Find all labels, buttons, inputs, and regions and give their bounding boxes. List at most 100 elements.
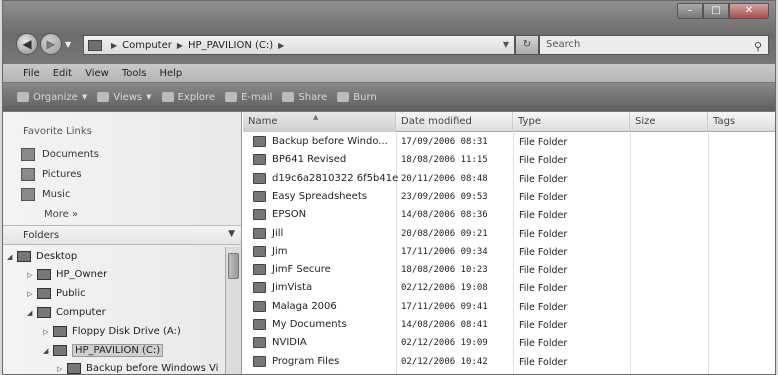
file-name-cell[interactable]: Jim (253, 245, 398, 257)
tree-node-floppy[interactable]: ▷ Floppy Disk Drive (A:) (43, 326, 181, 337)
chevron-down-icon[interactable]: ▼ (228, 229, 235, 239)
breadcrumb-chevron-icon[interactable]: ▶ (177, 41, 183, 50)
file-name-cell[interactable]: NVIDIA (253, 337, 398, 349)
expanded-arrow-icon[interactable]: ◢ (27, 309, 37, 317)
column-date-modified[interactable]: Date modified (396, 112, 513, 132)
file-name-cell[interactable]: Jill (253, 227, 398, 239)
file-date: 18/08/2006 11:15 (401, 155, 488, 166)
refresh-button[interactable]: ↻ (515, 35, 539, 55)
table-row[interactable]: d19c6a2810322 6f5b41e 20/11/2006 08:48 Fil… (243, 171, 775, 189)
menu-tools[interactable]: Tools (122, 68, 147, 79)
burn-icon (337, 92, 350, 102)
back-button[interactable]: ◀ (16, 33, 38, 55)
file-name: Program Files (272, 355, 340, 367)
folder-icon (253, 319, 266, 330)
file-name-cell[interactable]: Malaga 2006 (253, 300, 398, 312)
menu-edit[interactable]: Edit (53, 68, 72, 79)
tree-node-hp-owner[interactable]: ▷ HP_Owner (27, 269, 107, 280)
more-link[interactable]: More » (44, 209, 78, 220)
table-row[interactable]: JimF Secure 18/08/2006 10:23 File Folder (243, 262, 775, 280)
breadcrumb-chevron-icon[interactable]: ▶ (278, 41, 284, 50)
pictures-icon (21, 168, 35, 181)
collapsed-arrow-icon[interactable]: ▷ (27, 290, 37, 298)
file-name-cell[interactable]: JimVista (253, 282, 398, 294)
file-name-cell[interactable]: d19c6a2810322 6f5b41e (253, 172, 398, 184)
address-bar[interactable]: ▶ Computer ▶ HP_PAVILION (C:) ▶ ▼ (83, 35, 515, 55)
minimize-button[interactable]: – (677, 3, 703, 19)
forward-button[interactable]: ▶ (40, 33, 62, 55)
collapsed-arrow-icon[interactable]: ▷ (43, 328, 53, 336)
file-name-cell[interactable]: Backup before Windo... (253, 136, 398, 147)
table-row[interactable]: EPSON 14/08/2006 08:36 File Folder (243, 207, 775, 225)
recent-pages-dropdown[interactable]: ▼ (65, 40, 71, 49)
file-name-cell[interactable]: BP641 Revised (253, 154, 398, 166)
menu-help[interactable]: Help (159, 68, 182, 79)
scrollbar-thumb[interactable] (228, 253, 239, 279)
search-icon[interactable]: ⚲ (754, 38, 762, 56)
column-tags[interactable]: Tags (708, 112, 775, 132)
menu-view[interactable]: View (85, 68, 109, 79)
folders-header[interactable]: Folders ▼ (3, 225, 241, 245)
table-row[interactable]: Backup before Windo... 17/09/2006 08:31 Fi… (243, 134, 775, 152)
collapsed-arrow-icon[interactable]: ▷ (57, 365, 67, 373)
maximize-button[interactable]: □ (703, 3, 729, 19)
favorite-pictures[interactable]: Pictures (21, 168, 82, 181)
tree-node-hp-pavilion[interactable]: ◢ HP_PAVILION (C:) (43, 344, 164, 357)
collapsed-arrow-icon[interactable]: ▷ (27, 271, 37, 279)
table-row[interactable]: My Documents 14/08/2006 08:41 File Folder (243, 317, 775, 335)
breadcrumb-chevron-icon[interactable]: ▶ (111, 41, 117, 50)
file-name-cell[interactable]: My Documents (253, 319, 398, 330)
desktop-icon (17, 251, 31, 262)
tree-node-public[interactable]: ▷ Public (27, 288, 86, 299)
favorite-documents[interactable]: Documents (21, 148, 99, 161)
file-name-cell[interactable]: Easy Spreadsheets (253, 190, 398, 202)
tree-node-computer[interactable]: ◢ Computer (27, 307, 106, 318)
file-name: Malaga 2006 (272, 300, 337, 312)
breadcrumb-drive[interactable]: HP_PAVILION (C:) (188, 40, 273, 51)
command-bar: Organize ▼ Views ▼ Explore E-mail Share … (3, 83, 775, 111)
user-folder-icon (37, 269, 51, 280)
share-button[interactable]: Share (282, 92, 327, 103)
file-date: 18/08/2006 10:23 (401, 265, 488, 276)
file-type: File Folder (519, 320, 568, 331)
file-type: File Folder (519, 191, 568, 203)
menu-file[interactable]: File (23, 68, 40, 79)
chevron-down-icon: ▼ (81, 93, 88, 101)
favorite-music[interactable]: Music (21, 188, 70, 201)
address-row: ◀ ▶ ▼ ▶ Computer ▶ HP_PAVILION (C:) ▶ ▼ … (3, 31, 775, 59)
table-row[interactable]: Jill 20/08/2006 09:21 File Folder (243, 226, 775, 244)
favorite-label: Documents (42, 149, 100, 160)
table-row[interactable]: NVIDIA 02/12/2006 19:09 File Folder (243, 335, 775, 353)
search-input[interactable]: Search ⚲ (539, 35, 769, 55)
address-dropdown-icon[interactable]: ▼ (503, 40, 509, 49)
breadcrumb-computer[interactable]: Computer (122, 40, 172, 51)
back-arrow-icon: ◀ (22, 37, 32, 51)
table-row[interactable]: BP641 Revised 18/08/2006 11:15 File Folder (243, 152, 775, 170)
expanded-arrow-icon[interactable]: ◢ (7, 253, 17, 261)
tree-node-backup[interactable]: ▷ Backup before Windows Vi (57, 363, 218, 374)
file-date: 17/09/2006 08:31 (401, 137, 488, 147)
table-row[interactable]: Jim 17/11/2006 09:34 File Folder (243, 244, 775, 262)
burn-button[interactable]: Burn (337, 92, 377, 103)
close-button[interactable]: ✕ (729, 3, 769, 19)
table-row[interactable]: Malaga 2006 17/11/2006 09:41 File Folder (243, 299, 775, 317)
table-row[interactable]: JimVista 02/12/2006 19:08 File Folder (243, 280, 775, 298)
explore-button[interactable]: Explore (161, 92, 215, 103)
email-button[interactable]: E-mail (225, 92, 272, 103)
file-name: NVIDIA (272, 337, 307, 349)
column-type[interactable]: Type (513, 112, 630, 132)
table-row[interactable]: Program Files 02/12/2006 10:42 File Folder (243, 354, 775, 372)
file-name-cell[interactable]: Program Files (253, 355, 398, 367)
tree-node-desktop[interactable]: ◢ Desktop (7, 251, 77, 262)
column-size[interactable]: Size (630, 112, 708, 132)
file-name-cell[interactable]: JimF Secure (253, 264, 398, 276)
favorite-label: Pictures (42, 169, 82, 180)
column-name[interactable]: ▲ Name (243, 112, 396, 132)
views-button[interactable]: Views ▼ (97, 92, 152, 103)
organize-button[interactable]: Organize ▼ (17, 92, 87, 103)
table-row[interactable]: Easy Spreadsheets 23/09/2006 09:53 File Fo… (243, 189, 775, 207)
tree-node-label: HP_Owner (56, 269, 108, 280)
tree-scrollbar[interactable] (225, 247, 241, 374)
file-name-cell[interactable]: EPSON (253, 209, 398, 221)
expanded-arrow-icon[interactable]: ◢ (43, 347, 53, 355)
